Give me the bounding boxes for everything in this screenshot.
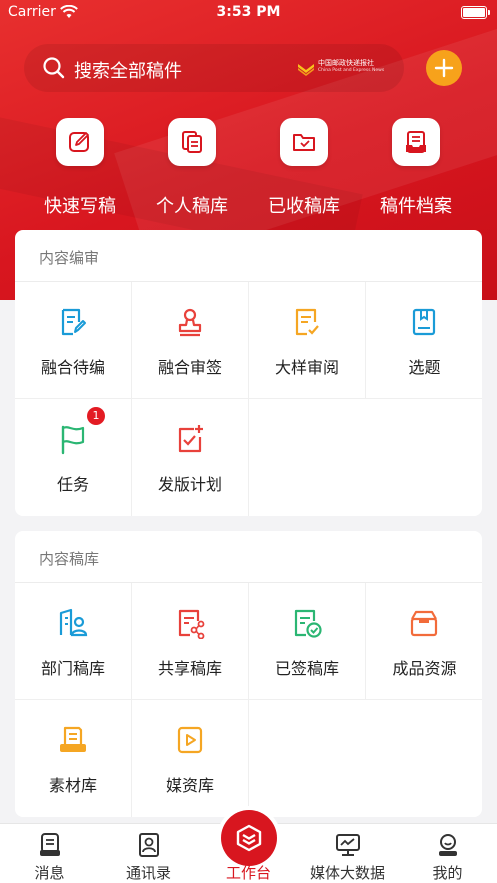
grid-item-task[interactable]: 1 任务 [15,399,132,516]
edit-icon [69,132,89,152]
grid-item-proof-review[interactable]: 大样审阅 [249,282,366,399]
signed-doc-icon [294,609,322,638]
tab-messages[interactable]: 消息 [0,824,99,883]
data-monitor-icon [336,834,360,856]
workbench-icon [236,824,262,852]
department-icon [59,608,88,637]
quick-tile[interactable] [280,118,328,166]
plan-icon [178,425,203,453]
grid-item-label: 素材库 [48,776,97,795]
document-edit-icon [61,308,86,336]
battery-icon [461,6,490,19]
grid-item-label: 共享稿库 [157,659,222,678]
quick-action-personal[interactable]: 个人稿库 [136,118,248,218]
add-button[interactable] [426,50,462,86]
brand-mark-icon [298,64,314,76]
status-time: 3:53 PM [216,4,281,20]
tab-label: 消息 [34,864,65,882]
quick-action-label: 快速写稿 [44,196,116,217]
grid-item-release-plan[interactable]: 发版计划 [132,399,249,516]
grid-item-topic[interactable]: 选题 [366,282,482,399]
quick-actions: 快速写稿 个人稿库 已收稿库 稿件档案 [0,118,497,218]
tab-label: 媒体大数据 [309,864,385,882]
grid-item-label: 大样审阅 [274,358,339,377]
material-icon [60,726,86,752]
content-library-card: 内容稿库 部门稿库 共享稿库 已签稿库 成品资源 素材库 媒资库 [15,531,482,817]
tab-profile[interactable]: 我的 [398,824,497,883]
task-badge: 1 [87,407,105,425]
grid-item-label: 部门稿库 [40,659,105,678]
grid-item-department-library[interactable]: 部门稿库 [15,583,132,700]
tab-workbench[interactable]: 工作台 [199,810,298,883]
quick-action-label: 已收稿库 [268,196,340,217]
grid-item-shared-library[interactable]: 共享稿库 [132,583,249,700]
brand-name-en: China Post and Express News [318,68,385,73]
card-title: 内容编审 [39,249,100,267]
quick-tile[interactable] [168,118,216,166]
grid-item-fusion-edit[interactable]: 融合待编 [15,282,132,399]
grid-item-label: 发版计划 [157,475,222,494]
tab-label: 通讯录 [125,864,171,882]
grid-item-label: 选题 [408,358,441,377]
grid-item-label: 融合审签 [157,358,222,377]
quick-action-label: 稿件档案 [380,196,452,217]
grid-item-material-library[interactable]: 素材库 [15,700,132,817]
quick-tile[interactable] [56,118,104,166]
tab-bar: 消息 通讯录 工作台 媒体大数据 我的 [0,810,497,883]
search-icon [43,57,65,79]
grid-item-label: 已签稿库 [274,659,339,678]
tab-label: 工作台 [225,864,271,882]
document-check-icon [295,308,319,336]
brand-logo: 中国邮政快递报社 China Post and Express News [296,56,396,80]
workbench-button[interactable] [221,810,277,866]
bookmark-doc-icon [412,308,436,336]
grid-item-label: 成品资源 [392,659,457,678]
status-bar: Carrier 3:53 PM [0,0,497,26]
grid-item-label: 媒资库 [165,776,214,795]
grid-item-fusion-sign[interactable]: 融合审签 [132,282,249,399]
share-doc-icon [178,609,205,639]
flag-icon [61,425,85,455]
quick-tile[interactable] [392,118,440,166]
archive-icon [406,131,426,153]
quick-action-archive[interactable]: 稿件档案 [360,118,472,218]
search-placeholder[interactable]: 搜索全部稿件 [74,57,182,83]
profile-icon [439,834,457,856]
stamp-icon [178,308,202,337]
contacts-icon [139,833,159,857]
quick-action-label: 个人稿库 [156,196,228,217]
grid-item-media-library[interactable]: 媒资库 [132,700,249,817]
message-icon [40,833,60,856]
documents-icon [182,131,202,153]
search-bar[interactable]: 搜索全部稿件 中国邮政快递报社 China Post and Express N… [24,44,404,92]
card-title: 内容稿库 [39,550,100,568]
folder-icon [293,134,315,151]
tab-label: 我的 [432,864,463,882]
quick-action-write[interactable]: 快速写稿 [24,118,136,218]
content-review-card: 内容编审 融合待编 融合审签 大样审阅 选题 1 任务 发版计划 [15,230,482,516]
brand-name-cn: 中国邮政快递报社 [318,59,374,67]
inbox-box-icon [410,610,438,637]
tab-contacts[interactable]: 通讯录 [99,824,198,883]
tab-media-bigdata[interactable]: 媒体大数据 [298,824,397,883]
grid-item-finished-resources[interactable]: 成品资源 [366,583,482,700]
quick-action-received[interactable]: 已收稿库 [248,118,360,218]
media-play-icon [177,726,203,754]
grid-item-label: 任务 [56,475,89,494]
grid-item-signed-library[interactable]: 已签稿库 [249,583,366,700]
plus-icon [434,58,454,78]
grid-item-label: 融合待编 [40,358,105,377]
